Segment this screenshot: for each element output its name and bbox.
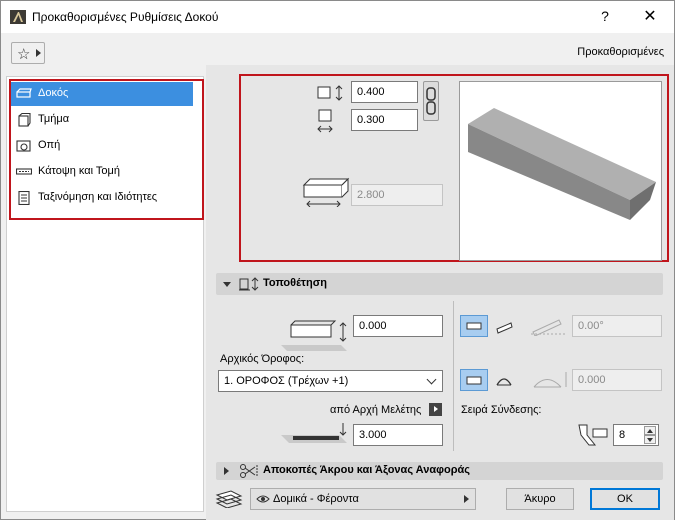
- nav-item-classification[interactable]: Ταξινόμηση και Ιδιότητες: [11, 186, 193, 210]
- column-divider: [453, 301, 454, 451]
- nav-item-beam[interactable]: Δοκός: [11, 82, 193, 106]
- connection-order-stepper[interactable]: 8: [613, 424, 659, 446]
- home-story-dropdown[interactable]: 1. ΟΡΟΦΟΣ (Τρέχων +1): [218, 370, 443, 392]
- arc-height-field[interactable]: 0.000: [572, 369, 662, 391]
- beam-offset-icon: [281, 320, 347, 351]
- title-bar: Προκαθορισμένες Ρυθμίσεις Δοκού ? ✕: [1, 1, 674, 33]
- home-story-label: Αρχικός Όροφος:: [220, 353, 305, 365]
- beam-length-field[interactable]: 2.800: [351, 184, 443, 206]
- elevation-icon: [281, 423, 347, 443]
- beam-default-settings-dialog: Προκαθορισμένες Ρυθμίσεις Δοκού ? ✕ ☆ Πρ…: [0, 0, 675, 520]
- beam-icon: [16, 88, 32, 98]
- home-story-value: 1. ΟΡΟΦΟΣ (Τρέχων +1): [224, 375, 349, 387]
- star-icon: ☆: [17, 46, 31, 63]
- floorplan-section-icon: [16, 168, 32, 175]
- beam-length-icon: [302, 177, 350, 207]
- offset-to-story-field[interactable]: 0.000: [353, 315, 443, 337]
- archicad-logo-icon: [10, 10, 26, 24]
- straight-beam-toggle[interactable]: [460, 369, 488, 391]
- curved-beam-icon: [496, 378, 512, 386]
- end-cuts-icon: [240, 464, 258, 478]
- preset-label: Προκαθορισμένες: [577, 46, 664, 58]
- nav-item-hole[interactable]: Οπή: [11, 134, 193, 158]
- stepper-down-button[interactable]: [644, 435, 656, 444]
- beam-3d-model: [468, 108, 656, 220]
- placement-section-header[interactable]: Τοποθέτηση: [216, 273, 663, 295]
- chevron-right-icon: [224, 467, 229, 475]
- layer-dropdown[interactable]: Δομικά - Φέροντα: [250, 488, 476, 510]
- elevation-field[interactable]: 3.000: [353, 424, 443, 446]
- classification-icon: [18, 191, 30, 205]
- placement-section-title: Τοποθέτηση: [263, 277, 327, 289]
- segment-icon: [18, 113, 31, 127]
- nav-item-floorplan-section[interactable]: Κάτοψη και Τομή: [11, 160, 193, 184]
- beam-height-field[interactable]: 0.400: [351, 81, 418, 103]
- triangle-right-icon: [36, 49, 41, 57]
- slanted-beam-icon: [496, 322, 513, 334]
- curved-beam-toggle[interactable]: [490, 369, 518, 391]
- nav-item-label: Τμήμα: [38, 113, 70, 125]
- help-button[interactable]: ?: [597, 8, 613, 24]
- beam-3d-preview: [459, 81, 662, 261]
- close-button[interactable]: ✕: [641, 6, 659, 26]
- end-cuts-section-title: Αποκοπές Άκρου και Άξονας Αναφοράς: [263, 464, 470, 476]
- nav-item-label: Οπή: [38, 139, 61, 151]
- end-cuts-section-header[interactable]: Αποκοπές Άκρου και Άξονας Αναφοράς: [216, 462, 663, 480]
- reference-level-menu-button[interactable]: [429, 403, 442, 416]
- slant-angle-field[interactable]: 0.00°: [572, 315, 662, 337]
- beam-width-icon: [317, 109, 333, 133]
- nav-item-segment[interactable]: Τμήμα: [11, 108, 193, 132]
- connection-order-icon: [578, 424, 608, 446]
- chevron-down-icon: [223, 282, 231, 287]
- chain-link-icon: [426, 87, 436, 115]
- beam-height-icon: [317, 85, 343, 101]
- cancel-button[interactable]: Άκυρο: [506, 488, 574, 510]
- placement-icon: [239, 277, 259, 291]
- link-dimensions-button[interactable]: [423, 81, 439, 121]
- layer-value: Δομικά - Φέροντα: [273, 493, 359, 505]
- eye-icon: [256, 495, 270, 503]
- chevron-up-icon: [647, 429, 653, 433]
- stepper-up-button[interactable]: [644, 426, 656, 435]
- slanted-beam-toggle[interactable]: [490, 315, 518, 337]
- favorites-button[interactable]: ☆: [11, 42, 45, 64]
- ok-button[interactable]: OK: [590, 488, 660, 510]
- nav-item-label: Κάτοψη και Τομή: [38, 165, 120, 177]
- connection-order-label: Σειρά Σύνδεσης:: [461, 404, 542, 416]
- beam-width-field[interactable]: 0.300: [351, 109, 418, 131]
- horizontal-beam-toggle[interactable]: [460, 315, 488, 337]
- triangle-right-icon: [434, 406, 438, 412]
- triangle-right-icon: [464, 495, 469, 503]
- chevron-down-icon: [647, 438, 653, 442]
- horizontal-beam-icon: [466, 322, 482, 330]
- connection-order-value: 8: [619, 429, 626, 441]
- nav-item-label: Δοκός: [38, 87, 69, 99]
- slant-angle-icon: [531, 319, 565, 336]
- layer-icon: [215, 490, 243, 508]
- hole-icon: [16, 140, 31, 152]
- nav-item-label: Ταξινόμηση και Ιδιότητες: [38, 191, 158, 203]
- straight-beam-icon: [466, 376, 482, 385]
- from-project-zero-label: από Αρχή Μελέτης: [330, 404, 422, 416]
- window-title: Προκαθορισμένες Ρυθμίσεις Δοκού: [32, 10, 219, 24]
- settings-nav-panel: Δοκός Τμήμα Οπή Κάτοψη και Τομή Ταξινόμη…: [6, 76, 204, 512]
- arc-height-icon: [533, 372, 567, 388]
- chevron-down-icon: [426, 374, 437, 385]
